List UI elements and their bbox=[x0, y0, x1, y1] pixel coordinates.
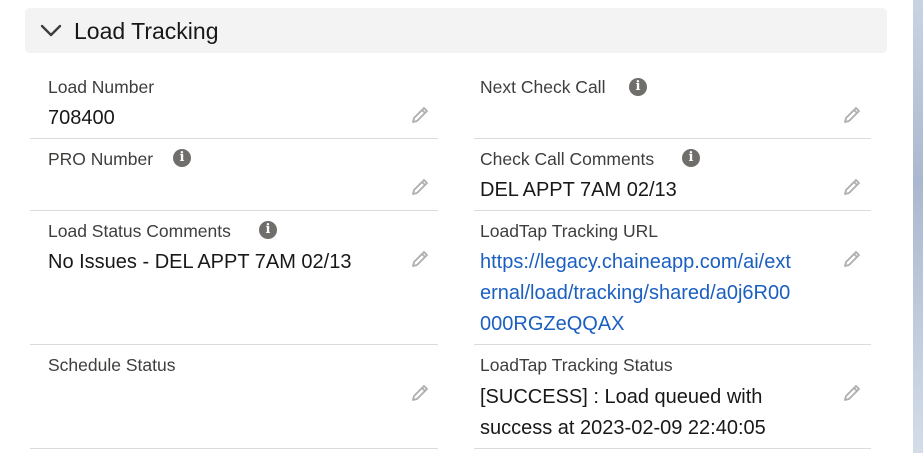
field-schedule-status: Schedule Status bbox=[30, 345, 438, 449]
window-edge bbox=[913, 0, 923, 453]
pencil-icon[interactable] bbox=[841, 382, 863, 404]
divider bbox=[30, 448, 438, 449]
load-status-comments-value: No Issues - DEL APPT 7AM 02/13 bbox=[48, 251, 352, 273]
field-load-status-comments: Load Status Comments i No Issues - DEL A… bbox=[30, 211, 438, 345]
tracking-url-link-line2[interactable]: ernal/load/tracking/shared/a0j6R00 bbox=[480, 282, 790, 304]
field-next-check-call: Next Check Call i bbox=[474, 66, 871, 139]
loadtap-tracking-status-label: LoadTap Tracking Status bbox=[480, 355, 673, 375]
check-call-comments-value: DEL APPT 7AM 02/13 bbox=[480, 179, 677, 201]
loadtap-tracking-url-label: LoadTap Tracking URL bbox=[480, 221, 659, 241]
info-icon[interactable]: i bbox=[173, 149, 191, 167]
pencil-icon[interactable] bbox=[841, 104, 863, 126]
info-icon[interactable]: i bbox=[259, 221, 277, 239]
pencil-icon[interactable] bbox=[409, 248, 431, 270]
field-load-number: Load Number 708400 bbox=[30, 66, 438, 139]
chevron-down-icon[interactable] bbox=[40, 24, 62, 38]
divider bbox=[474, 448, 871, 449]
next-check-call-label: Next Check Call bbox=[480, 77, 606, 97]
pro-number-label: PRO Number bbox=[48, 149, 154, 169]
pencil-icon[interactable] bbox=[841, 248, 863, 270]
field-loadtap-tracking-url: LoadTap Tracking URL https://legacy.chai… bbox=[474, 211, 871, 345]
info-icon[interactable]: i bbox=[682, 149, 700, 167]
pencil-icon[interactable] bbox=[409, 382, 431, 404]
info-icon[interactable]: i bbox=[629, 78, 647, 96]
tracking-status-line2: success at 2023-02-09 22:40:05 bbox=[480, 417, 766, 439]
field-loadtap-tracking-status: LoadTap Tracking Status [SUCCESS] : Load… bbox=[474, 345, 871, 449]
field-check-call-comments: Check Call Comments i DEL APPT 7AM 02/13 bbox=[474, 139, 871, 211]
tracking-status-line1: [SUCCESS] : Load queued with bbox=[480, 386, 763, 408]
loadtap-tracking-url-value[interactable]: https://legacy.chaineapp.com/ai/ext erna… bbox=[480, 247, 835, 340]
section-title: Load Tracking bbox=[74, 18, 219, 44]
tracking-url-link-line1[interactable]: https://legacy.chaineapp.com/ai/ext bbox=[480, 251, 791, 273]
pencil-icon[interactable] bbox=[841, 176, 863, 198]
load-number-label: Load Number bbox=[48, 77, 155, 97]
schedule-status-label: Schedule Status bbox=[48, 355, 176, 375]
field-pro-number: PRO Number i bbox=[30, 139, 438, 211]
loadtap-tracking-status-value: [SUCCESS] : Load queued with success at … bbox=[480, 382, 835, 444]
tracking-url-link-line3[interactable]: 000RGZeQQAX bbox=[480, 313, 625, 335]
load-number-value: 708400 bbox=[48, 107, 115, 129]
pencil-icon[interactable] bbox=[409, 104, 431, 126]
check-call-comments-label: Check Call Comments bbox=[480, 149, 655, 169]
pencil-icon[interactable] bbox=[409, 176, 431, 198]
load-status-comments-label: Load Status Comments bbox=[48, 221, 231, 241]
